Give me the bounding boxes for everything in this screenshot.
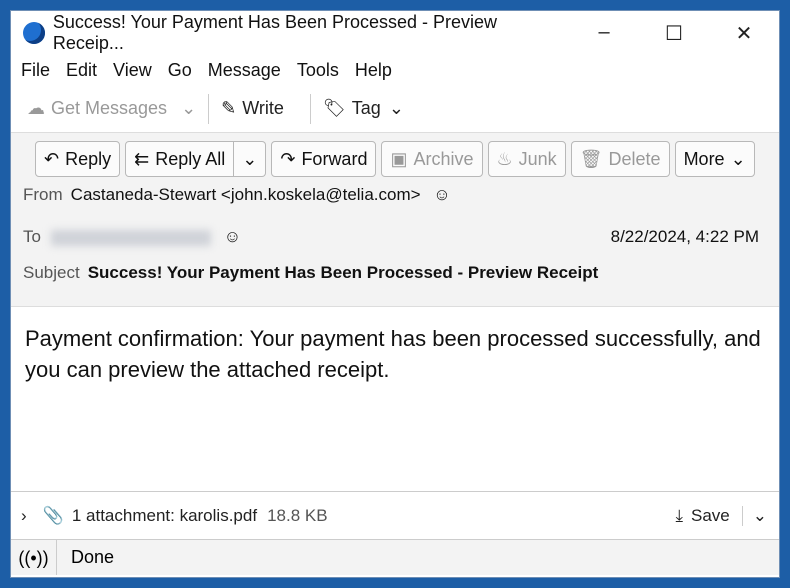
main-toolbar: ☁ Get Messages ⌄ ✎ Write 🏷 Tag ⌄: [11, 85, 779, 133]
archive-label: Archive: [413, 148, 474, 169]
title-bar: Success! Your Payment Has Been Processed…: [11, 11, 779, 55]
save-dropdown-icon[interactable]: ⌄: [741, 505, 767, 526]
delete-button[interactable]: 🗑 Delete: [570, 141, 670, 177]
from-label: From: [23, 185, 63, 204]
trash-icon: 🗑: [579, 148, 603, 169]
pencil-icon: ✎: [221, 98, 237, 118]
attachment-label[interactable]: 1 attachment: karolis.pdf: [72, 506, 257, 526]
tag-label: Tag: [351, 98, 381, 118]
online-status-icon[interactable]: ((•)): [11, 540, 57, 575]
chevron-down-icon: ⌄: [730, 148, 746, 169]
chevron-down-icon: ⌄: [242, 148, 258, 169]
write-label: Write: [242, 98, 284, 118]
status-text: Done: [71, 547, 115, 567]
cloud-download-icon: ☁: [27, 98, 45, 118]
subject-value: Success! Your Payment Has Been Processed…: [87, 263, 599, 282]
reply-all-icon: ⇇: [134, 148, 150, 169]
message-header: ↶ Reply ⇇ Reply All ⌄ ↷ Forward ▣ Archive ♨ J…: [11, 133, 779, 307]
menu-message[interactable]: Message: [208, 60, 281, 81]
forward-button[interactable]: ↷ Forward: [271, 141, 377, 177]
to-label: To: [23, 227, 41, 246]
thunderbird-logo-icon: [23, 22, 45, 44]
window-title: Success! Your Payment Has Been Processed…: [52, 12, 498, 53]
from-value[interactable]: Castaneda-Stewart <john.koskela@telia.co…: [71, 185, 421, 204]
get-messages-dropdown-icon[interactable]: ⌄: [181, 98, 196, 119]
more-label: More: [683, 148, 725, 169]
redacted-recipient: [50, 229, 211, 246]
reply-button[interactable]: ↶ Reply: [35, 141, 121, 177]
from-row: From Castaneda-Stewart <john.koskela@teli…: [23, 185, 451, 205]
subject-row: Subject Success! Your Payment Has Been Pr…: [23, 263, 598, 283]
message-body: Payment confirmation: Your payment has b…: [25, 326, 761, 382]
contact-icon[interactable]: ☺: [224, 227, 241, 246]
divider: [208, 93, 210, 124]
forward-icon: ↷: [280, 148, 296, 169]
more-button[interactable]: More ⌄: [674, 141, 755, 177]
menu-bar: File Edit View Go Message Tools Help: [11, 55, 779, 85]
archive-icon: ▣: [390, 148, 408, 169]
write-button[interactable]: ✎ Write: [221, 98, 284, 119]
menu-view[interactable]: View: [113, 60, 152, 81]
reply-label: Reply: [65, 148, 112, 169]
menu-go[interactable]: Go: [168, 60, 192, 81]
forward-label: Forward: [301, 148, 368, 169]
chevron-down-icon: ⌄: [388, 98, 404, 118]
get-messages-label: Get Messages: [51, 98, 168, 118]
menu-help[interactable]: Help: [355, 60, 392, 81]
tag-button[interactable]: 🏷 Tag ⌄: [323, 98, 404, 119]
get-messages-button[interactable]: ☁ Get Messages: [27, 98, 167, 119]
attachment-size: 18.8 KB: [267, 505, 328, 525]
junk-label: Junk: [518, 148, 557, 169]
attachment-bar: › 📎 1 attachment: karolis.pdf 18.8 KB ⤓ S…: [11, 491, 779, 539]
maximize-button[interactable]: ☐: [639, 21, 709, 46]
subject-label: Subject: [23, 263, 80, 282]
to-row: To ☺: [23, 227, 241, 247]
archive-button[interactable]: ▣ Archive: [381, 141, 483, 177]
delete-label: Delete: [608, 148, 661, 169]
contact-icon[interactable]: ☺: [433, 185, 450, 204]
tag-icon: 🏷: [322, 98, 346, 118]
flame-icon: ♨: [496, 148, 513, 169]
status-bar: ((•)) Done: [11, 539, 779, 575]
mail-window: Success! Your Payment Has Been Processed…: [10, 10, 780, 578]
expand-chevron-icon[interactable]: ›: [21, 506, 27, 526]
message-date: 8/22/2024, 4:22 PM: [610, 227, 759, 246]
junk-button[interactable]: ♨ Junk: [487, 141, 566, 177]
menu-tools[interactable]: Tools: [297, 60, 339, 81]
close-button[interactable]: ✕: [709, 21, 779, 46]
reply-all-label: Reply All: [155, 148, 226, 169]
reply-all-button[interactable]: ⇇ Reply All: [125, 141, 235, 177]
paperclip-icon: 📎: [42, 505, 64, 525]
save-label: Save: [691, 505, 730, 525]
minimize-button[interactable]: –: [569, 21, 639, 46]
save-button[interactable]: ⤓ Save ⌄: [675, 505, 779, 526]
menu-file[interactable]: File: [21, 60, 50, 81]
reply-icon: ↶: [44, 148, 60, 169]
download-icon: ⤓: [675, 505, 683, 525]
reply-all-dropdown[interactable]: ⌄: [234, 141, 267, 177]
divider: [309, 93, 311, 124]
menu-edit[interactable]: Edit: [66, 60, 97, 81]
